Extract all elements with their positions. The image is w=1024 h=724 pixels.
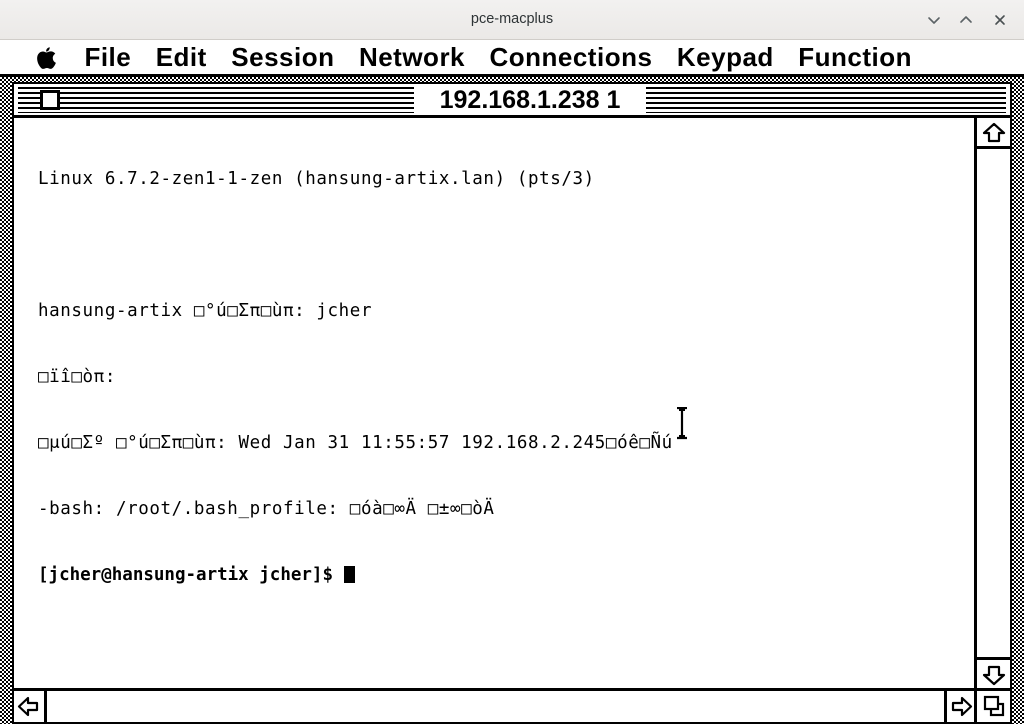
menu-item-file[interactable]: File bbox=[74, 40, 141, 74]
mac-menu-bar: File Edit Session Network Connections Ke… bbox=[0, 40, 1024, 77]
menu-item-keypad[interactable]: Keypad bbox=[667, 40, 784, 74]
mac-emulator-screen: File Edit Session Network Connections Ke… bbox=[0, 40, 1024, 724]
terminal-output: Linux 6.7.2-zen1-1-zen (hansung-artix.la… bbox=[38, 124, 673, 630]
terminal-window: 192.168.1.238 1 Linux 6.7.2-zen1-1-zen (… bbox=[12, 82, 1012, 724]
chevron-up-icon bbox=[952, 13, 980, 27]
window-close-box[interactable] bbox=[40, 90, 60, 110]
scroll-up-arrow[interactable] bbox=[977, 118, 1010, 149]
terminal-content-area[interactable]: Linux 6.7.2-zen1-1-zen (hansung-artix.la… bbox=[14, 118, 978, 688]
host-window-title: pce-macplus bbox=[470, 11, 554, 27]
minimize-button[interactable] bbox=[920, 6, 948, 34]
terminal-window-title: 192.168.1.238 1 bbox=[414, 84, 646, 115]
menu-item-session[interactable]: Session bbox=[221, 40, 344, 74]
terminal-line: □μú□Σº □°ú□Σπ□ùπ: Wed Jan 31 11:55:57 19… bbox=[38, 433, 673, 453]
close-icon bbox=[986, 13, 1014, 27]
terminal-title-bar[interactable]: 192.168.1.238 1 bbox=[14, 84, 1010, 118]
maximize-button[interactable] bbox=[952, 6, 980, 34]
terminal-line: Linux 6.7.2-zen1-1-zen (hansung-artix.la… bbox=[38, 169, 595, 189]
menu-item-function[interactable]: Function bbox=[788, 40, 922, 74]
i-beam-cursor bbox=[674, 406, 690, 440]
title-stripes-left bbox=[18, 87, 414, 113]
shell-prompt: [jcher@hansung-artix jcher]$ bbox=[38, 565, 344, 585]
title-stripes-right bbox=[646, 87, 1006, 113]
host-titlebar: pce-macplus bbox=[0, 0, 1024, 40]
vertical-scrollbar[interactable] bbox=[974, 118, 1010, 688]
chevron-down-icon bbox=[920, 13, 948, 27]
horizontal-scrollbar[interactable] bbox=[14, 688, 1010, 722]
menu-item-edit[interactable]: Edit bbox=[146, 40, 217, 74]
scroll-left-arrow[interactable] bbox=[14, 691, 47, 722]
scroll-down-arrow[interactable] bbox=[977, 657, 1010, 688]
terminal-prompt-line: [jcher@hansung-artix jcher]$ bbox=[38, 564, 673, 586]
text-cursor bbox=[343, 566, 355, 583]
apple-icon[interactable] bbox=[30, 40, 64, 74]
host-window: pce-macplus File Edit Session Network Co… bbox=[0, 0, 1024, 724]
terminal-line: □ïî□òπ: bbox=[38, 367, 116, 387]
resize-grow-box[interactable] bbox=[977, 691, 1010, 722]
terminal-line: -bash: /root/.bash_profile: □óà□∞Ä □±∞□ò… bbox=[38, 499, 495, 519]
menu-item-connections[interactable]: Connections bbox=[479, 40, 662, 74]
close-button[interactable] bbox=[986, 6, 1014, 34]
menu-item-network[interactable]: Network bbox=[349, 40, 475, 74]
terminal-line: hansung-artix □°ú□Σπ□ùπ: jcher bbox=[38, 301, 373, 321]
scroll-right-arrow[interactable] bbox=[944, 691, 977, 722]
